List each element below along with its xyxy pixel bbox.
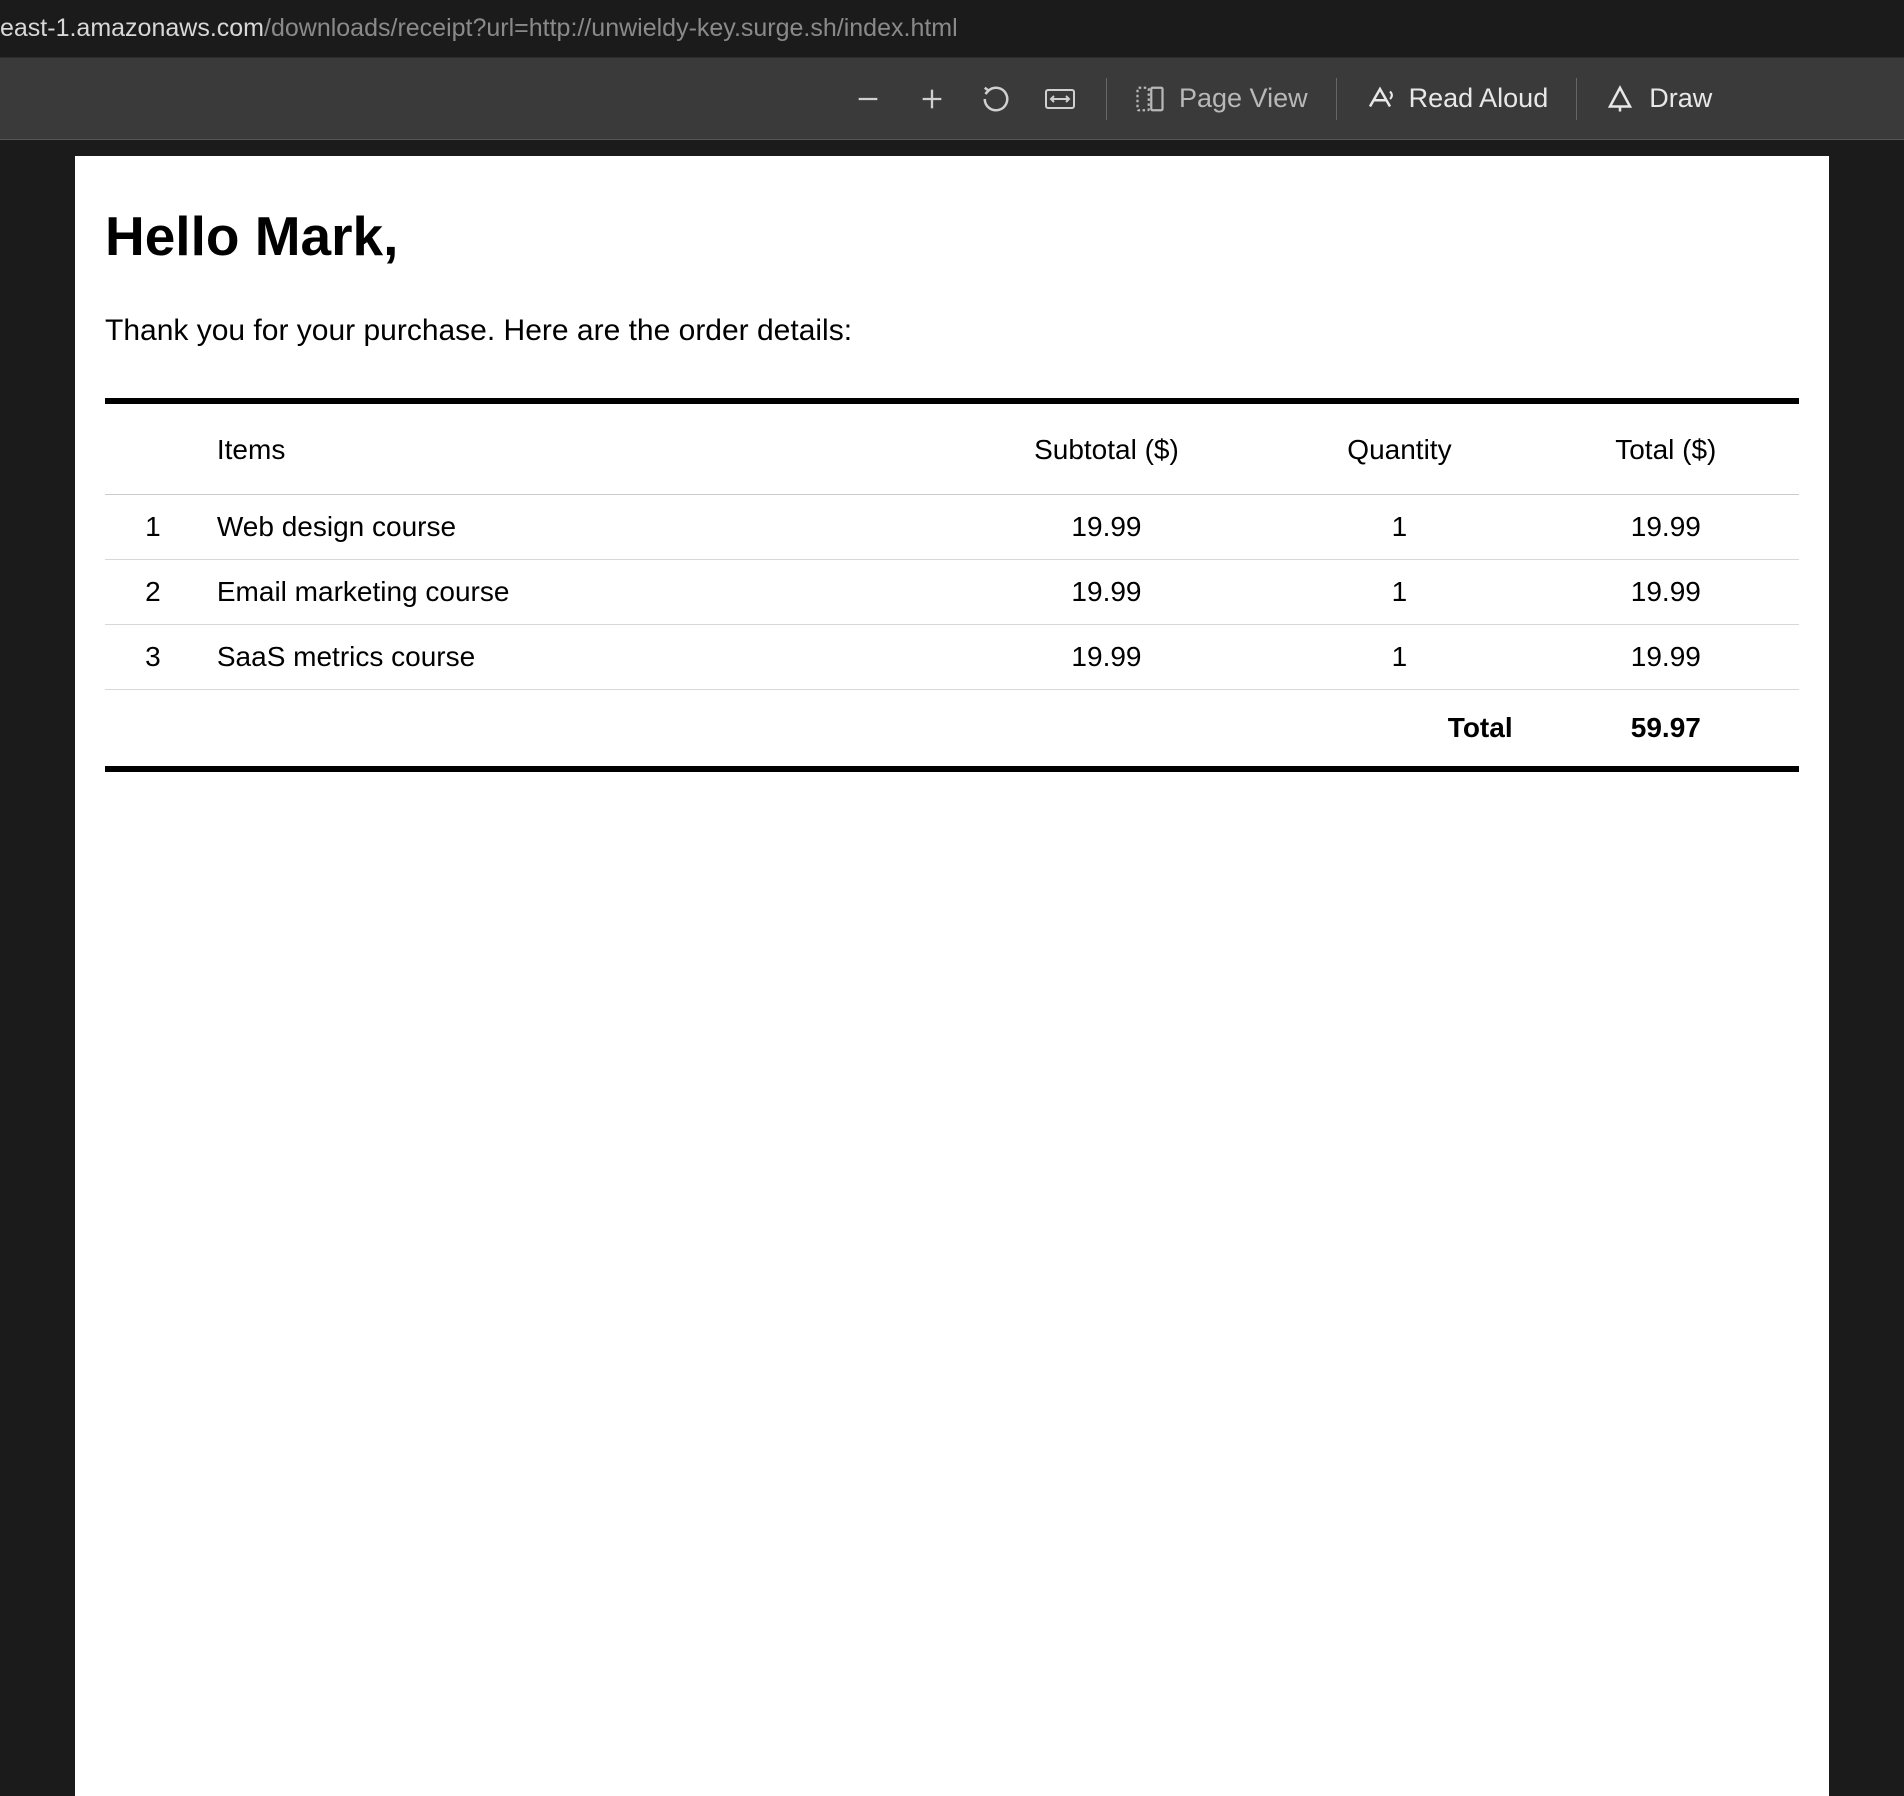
url-host: east-1.amazonaws.com — [0, 14, 264, 42]
pdf-toolbar: Page View Read Aloud Draw — [0, 58, 1904, 140]
draw-icon — [1605, 84, 1635, 114]
url-path: /downloads/receipt?url=http://unwieldy-k… — [264, 14, 958, 42]
intro-text: Thank you for your purchase. Here are th… — [105, 314, 1799, 348]
page-view-button[interactable]: Page View — [1135, 83, 1308, 114]
toolbar-divider — [1106, 78, 1107, 120]
read-aloud-button[interactable]: Read Aloud — [1365, 83, 1549, 114]
cell-index: 1 — [105, 495, 201, 560]
table-footer-row: Total 59.97 — [105, 690, 1799, 770]
cell-total: 19.99 — [1533, 560, 1799, 625]
cell-subtotal: 19.99 — [947, 625, 1267, 690]
toolbar-divider — [1336, 78, 1337, 120]
greeting-heading: Hello Mark, — [105, 204, 1799, 268]
read-aloud-icon — [1365, 84, 1395, 114]
table-row: 3 SaaS metrics course 19.99 1 19.99 — [105, 625, 1799, 690]
read-aloud-label: Read Aloud — [1409, 83, 1549, 114]
footer-total-value: 59.97 — [1533, 690, 1799, 770]
cell-total: 19.99 — [1533, 625, 1799, 690]
col-subtotal: Subtotal ($) — [947, 401, 1267, 495]
col-total: Total ($) — [1533, 401, 1799, 495]
page-view-label: Page View — [1179, 83, 1308, 114]
receipt-document: Hello Mark, Thank you for your purchase.… — [75, 156, 1829, 1796]
table-row: 2 Email marketing course 19.99 1 19.99 — [105, 560, 1799, 625]
cell-quantity: 1 — [1266, 560, 1532, 625]
page-view-icon — [1135, 84, 1165, 114]
footer-spacer — [105, 690, 1266, 770]
cell-index: 3 — [105, 625, 201, 690]
cell-item: Email marketing course — [201, 560, 947, 625]
col-items: Items — [201, 401, 947, 495]
cell-subtotal: 19.99 — [947, 495, 1267, 560]
cell-quantity: 1 — [1266, 625, 1532, 690]
col-index — [105, 401, 201, 495]
rotate-icon[interactable] — [978, 81, 1014, 117]
fit-width-icon[interactable] — [1042, 81, 1078, 117]
toolbar-divider — [1576, 78, 1577, 120]
cell-quantity: 1 — [1266, 495, 1532, 560]
table-header-row: Items Subtotal ($) Quantity Total ($) — [105, 401, 1799, 495]
col-quantity: Quantity — [1266, 401, 1532, 495]
url-text: east-1.amazonaws.com/downloads/receipt?u… — [0, 14, 958, 43]
document-viewport: Hello Mark, Thank you for your purchase.… — [0, 140, 1904, 1796]
order-table: Items Subtotal ($) Quantity Total ($) 1 … — [105, 398, 1799, 772]
cell-item: Web design course — [201, 495, 947, 560]
table-row: 1 Web design course 19.99 1 19.99 — [105, 495, 1799, 560]
cell-total: 19.99 — [1533, 495, 1799, 560]
draw-label: Draw — [1649, 83, 1712, 114]
cell-item: SaaS metrics course — [201, 625, 947, 690]
zoom-out-icon[interactable] — [850, 81, 886, 117]
cell-subtotal: 19.99 — [947, 560, 1267, 625]
zoom-in-icon[interactable] — [914, 81, 950, 117]
draw-button[interactable]: Draw — [1605, 83, 1712, 114]
footer-total-label: Total — [1266, 690, 1532, 770]
cell-index: 2 — [105, 560, 201, 625]
address-bar[interactable]: east-1.amazonaws.com/downloads/receipt?u… — [0, 0, 1904, 58]
